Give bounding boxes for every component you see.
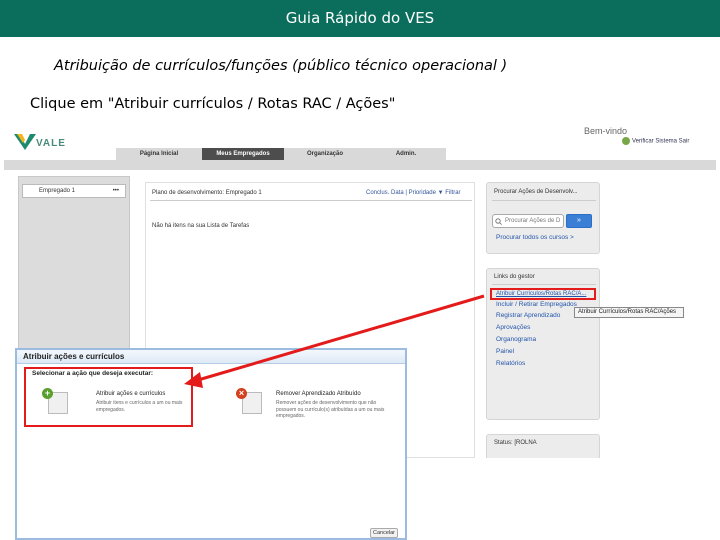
globe-icon [622,137,630,145]
manager-link-dashboard[interactable]: Painel [496,348,514,355]
employee-selector-more[interactable]: ••• [113,185,119,197]
manager-link-register-learning[interactable]: Registrar Aprendizado [496,312,560,319]
assign-curricula-link[interactable]: Atribuir Currículos/Rotas RAC/A... [490,288,596,300]
tab-organization[interactable]: Organização [284,148,366,160]
search-icon [495,218,502,225]
top-links-label: Verificar Sistema Sair [632,138,690,145]
employee-selector-label: Empregado 1 [39,188,76,194]
manager-links-title: Links do gestor [494,274,535,280]
nav-strip [4,160,716,170]
link-tooltip: Atribuir Currículos/Rotas RAC/Ações [574,307,684,318]
divider [492,284,596,285]
search-panel-title: Procurar Ações de Desenvolv... [494,189,578,195]
plan-empty-message: Não há itens na sua Lista de Tarefas [152,223,250,229]
tab-admin[interactable]: Admin. [366,148,446,160]
tab-home[interactable]: Página Inicial [116,148,202,160]
divider [150,200,472,201]
search-input[interactable]: Procurar Ações de D [492,214,564,228]
manager-link-approvals[interactable]: Aprovações [496,324,530,331]
status-panel [486,434,600,458]
option-assign-title[interactable]: Atribuir ações e currículos [96,391,165,397]
search-button[interactable]: » [566,214,592,228]
plan-sort-links[interactable]: Conclus. Data | Prioridade ▼ Filtrar [366,190,461,196]
tab-my-employees[interactable]: Meus Empregados [202,148,284,160]
welcome-text: Bem-vindo [584,126,628,136]
status-title: Status: [ROLNA [494,440,537,446]
vale-logo-icon [14,134,36,150]
cancel-button[interactable]: Cancelar [370,528,398,538]
slide-instruction: Clique em "Atribuir currículos / Rotas R… [30,96,396,112]
manager-link-org-chart[interactable]: Organograma [496,336,536,343]
slide-header: Guia Rápido do VES [0,0,720,37]
manager-link-reports[interactable]: Relatórios [496,360,525,367]
slide-subtitle: Atribuição de currículos/funções (públic… [54,58,508,74]
main-nav: Página Inicial Meus Empregados Organizaç… [116,148,446,160]
dialog-title: Atribuir ações e currículos [17,350,405,364]
dialog-prompt: Selecionar a ação que deseja executar: [32,370,154,377]
remove-icon: × [236,388,247,399]
option-remove-desc: Remover ações de desenvolvimento que não… [276,400,385,419]
plus-icon: + [42,388,53,399]
divider [492,200,596,201]
option-remove-title[interactable]: Remover Aprendizado Atribuído [276,391,361,397]
brand-text: VALE [36,138,66,149]
plan-title: Plano de desenvolvimento: Empregado 1 [152,190,262,196]
search-placeholder: Procurar Ações de D [505,218,561,224]
option-assign-desc: Atribuir itens e currículos a um ou mais… [96,400,183,413]
employee-selector[interactable]: Empregado 1 ••• [22,184,126,198]
manager-link-include-employees[interactable]: Incluir / Retirar Empregados [496,301,577,308]
top-links[interactable]: Verificar Sistema Sair [622,137,689,145]
all-courses-link[interactable]: Procurar todos os cursos > [496,234,574,241]
